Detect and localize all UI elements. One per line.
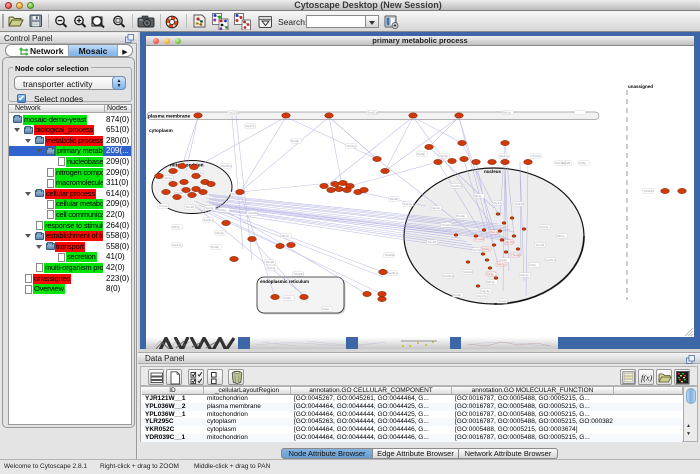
svg-text:Yhm2p: Yhm2p <box>441 223 451 227</box>
svg-text:Mir1p: Mir1p <box>557 234 565 238</box>
svg-text:Mir1p: Mir1p <box>281 234 289 238</box>
svg-text:Atp17p: Atp17p <box>245 124 255 128</box>
svg-text:Sec61p: Sec61p <box>451 184 462 188</box>
svg-text:Cit1p: Cit1p <box>529 263 536 267</box>
svg-text:Pet9p: Pet9p <box>457 214 465 218</box>
svg-text:Pet9p: Pet9p <box>291 139 299 143</box>
svg-text:nucleus: nucleus <box>484 169 502 174</box>
svg-text:Tom20: Tom20 <box>475 237 484 241</box>
svg-text:unassigned: unassigned <box>628 84 653 89</box>
svg-text:Tom20: Tom20 <box>185 205 194 209</box>
svg-text:Yol122c: Yol122c <box>384 253 395 257</box>
svg-text:Mir1p: Mir1p <box>172 225 180 229</box>
svg-text:Tom20: Tom20 <box>535 243 544 247</box>
svg-text:f(x): f(x) <box>641 373 652 382</box>
svg-text:Cit1p: Cit1p <box>322 307 329 311</box>
svg-text:Tom20: Tom20 <box>265 260 274 264</box>
svg-text:Ssc1p: Ssc1p <box>205 206 214 210</box>
svg-text:Cit1p: Cit1p <box>219 208 226 212</box>
svg-text:Mir1p: Mir1p <box>487 280 495 284</box>
svg-text:Ssc1p: Ssc1p <box>540 225 549 229</box>
svg-text:Yol122c: Yol122c <box>513 202 524 206</box>
svg-text:Mir1p: Mir1p <box>474 194 482 198</box>
svg-text:Atp17p: Atp17p <box>499 154 509 158</box>
svg-text:Oac1p: Oac1p <box>431 206 440 210</box>
svg-text:Mir1p: Mir1p <box>503 111 511 115</box>
svg-text:Pet9p: Pet9p <box>417 152 425 156</box>
svg-text:Yol122c: Yol122c <box>247 211 258 215</box>
svg-text:Ssc1p: Ssc1p <box>267 266 276 270</box>
svg-text:plasma membrane: plasma membrane <box>148 114 190 120</box>
svg-text:Oac1p: Oac1p <box>439 154 448 158</box>
svg-text:Oac1p: Oac1p <box>163 176 172 180</box>
svg-text:Ssc1p: Ssc1p <box>497 262 506 266</box>
svg-text:Oac1p: Oac1p <box>481 289 490 293</box>
svg-text:Yol122c: Yol122c <box>293 272 304 276</box>
svg-text:Sec61p: Sec61p <box>221 164 232 168</box>
svg-text:Yol122c: Yol122c <box>643 189 654 193</box>
svg-text:Oac1p: Oac1p <box>490 230 499 234</box>
svg-text:Yhm2p: Yhm2p <box>158 204 168 208</box>
svg-text:Sec61p: Sec61p <box>545 258 556 262</box>
svg-text:Yol122c: Yol122c <box>462 270 473 274</box>
svg-text:Cit1p: Cit1p <box>487 272 494 276</box>
svg-text:Yhm2p: Yhm2p <box>511 253 521 257</box>
svg-text:Yol122c: Yol122c <box>228 111 239 115</box>
svg-text:Yhm2p: Yhm2p <box>531 154 541 158</box>
svg-text:Oac1p: Oac1p <box>520 273 529 277</box>
svg-text:Tom20: Tom20 <box>389 197 398 201</box>
svg-text:Cit1p: Cit1p <box>284 296 291 300</box>
svg-text:Cit1p: Cit1p <box>579 161 586 165</box>
svg-text:cytoplasm: cytoplasm <box>149 128 173 134</box>
svg-text:Tom20: Tom20 <box>427 240 436 244</box>
svg-text:Sec61p: Sec61p <box>367 111 378 115</box>
svg-text:Atp17p: Atp17p <box>493 201 503 205</box>
svg-text:Sec61p: Sec61p <box>443 274 454 278</box>
svg-text:Yhm2p: Yhm2p <box>346 144 356 148</box>
svg-text:Yhm2p: Yhm2p <box>497 299 507 303</box>
svg-text:Pet9p: Pet9p <box>211 245 219 249</box>
svg-text:Sec61p: Sec61p <box>203 218 214 222</box>
svg-text:endoplasmic reticulum: endoplasmic reticulum <box>260 279 309 284</box>
svg-text:Atp17p: Atp17p <box>505 240 515 244</box>
svg-text:Sec61p: Sec61p <box>387 271 398 275</box>
svg-text:Atp17p: Atp17p <box>172 243 182 247</box>
svg-text:Pet9p: Pet9p <box>453 293 461 297</box>
svg-text:Ssc1p: Ssc1p <box>472 248 481 252</box>
svg-text:Pet9p: Pet9p <box>482 247 490 251</box>
svg-text:Ssc1p: Ssc1p <box>555 161 564 165</box>
svg-text:mitochondrion: mitochondrion <box>170 163 204 169</box>
svg-text:Oac1p: Oac1p <box>215 231 224 235</box>
svg-text:Ssc1p: Ssc1p <box>403 202 412 206</box>
svg-text:Atp17p: Atp17p <box>477 294 487 298</box>
